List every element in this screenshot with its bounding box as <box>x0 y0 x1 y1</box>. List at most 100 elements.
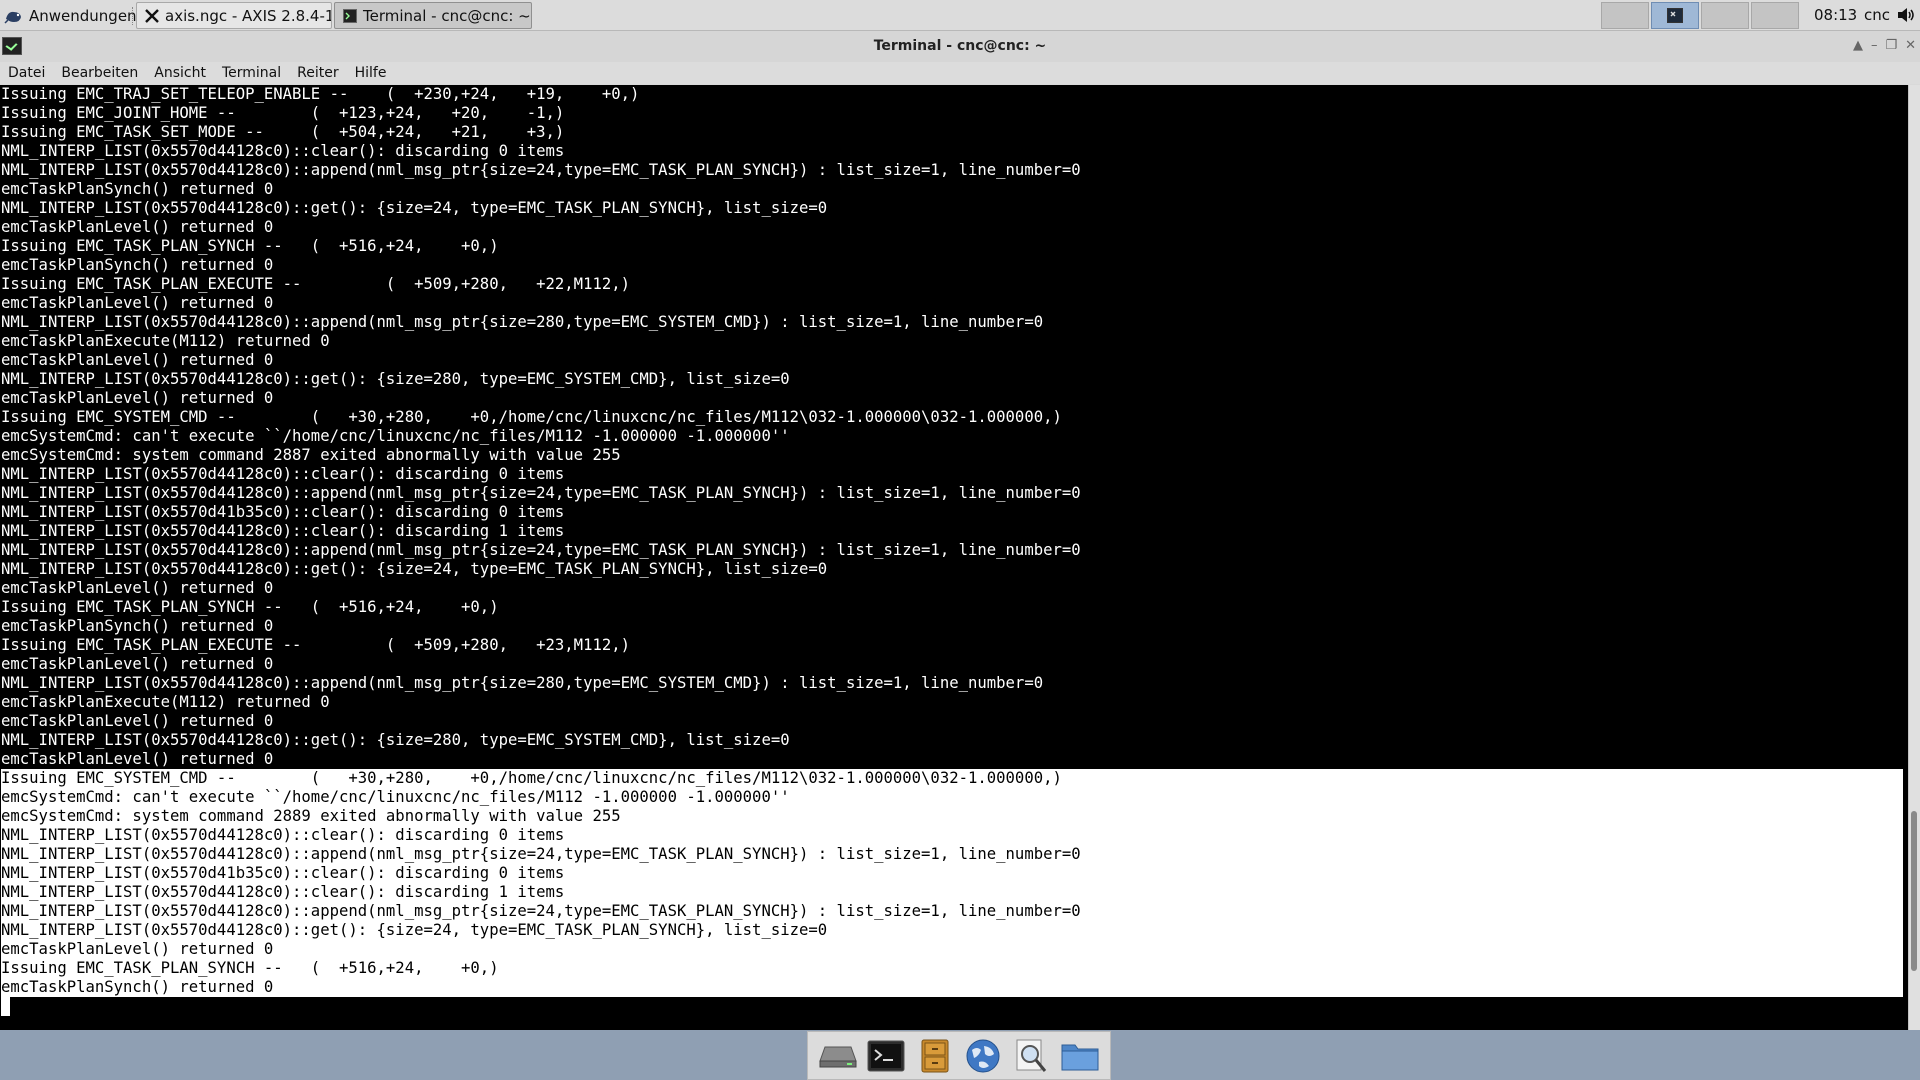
terminal-line: NML_INTERP_LIST(0x5570d44128c0)::append(… <box>1 845 1903 864</box>
terminal-line: emcTaskPlanLevel() returned 0 <box>1 712 274 730</box>
terminal-line: emcTaskPlanLevel() returned 0 <box>1 940 1903 959</box>
terminal-line: emcTaskPlanExecute(M112) returned 0 <box>1 332 330 350</box>
window-title: Terminal - cnc@cnc: ~ <box>873 38 1047 54</box>
close-button[interactable]: ✕ <box>1905 38 1916 53</box>
terminal-line: Issuing EMC_TASK_PLAN_SYNCH -- ( +516,+2… <box>1 598 499 616</box>
maximize-button[interactable]: ❐ <box>1885 38 1897 53</box>
terminal-scrollbar[interactable] <box>1908 85 1920 1030</box>
terminal-icon <box>867 1040 905 1071</box>
terminal-line: emcSystemCmd: can't execute ``/home/cnc/… <box>1 788 1903 807</box>
folder-icon <box>1061 1044 1099 1070</box>
terminal-line: emcTaskPlanLevel() returned 0 <box>1 294 274 312</box>
terminal-line: emcTaskPlanSynch() returned 0 <box>1 978 1903 997</box>
top-panel: Anwendungen axis.ngc - AXIS 2.8.4-1-... … <box>0 0 1920 31</box>
workspace-4[interactable] <box>1751 2 1799 29</box>
terminal-line: emcTaskPlanLevel() returned 0 <box>1 389 274 407</box>
applications-menu-label: Anwendungen <box>29 6 137 25</box>
terminal-line: NML_INTERP_LIST(0x5570d44128c0)::clear()… <box>1 883 1903 902</box>
terminal-line: emcTaskPlanLevel() returned 0 <box>1 351 274 369</box>
terminal-line: emcTaskPlanSynch() returned 0 <box>1 256 274 274</box>
window-thumbnail-icon <box>1667 8 1683 23</box>
terminal-line: NML_INTERP_LIST(0x5570d44128c0)::append(… <box>1 313 1044 331</box>
scrollbar-thumb[interactable] <box>1911 811 1917 971</box>
terminal-line: NML_INTERP_LIST(0x5570d44128c0)::get(): … <box>1 921 1903 940</box>
terminal-line: emcTaskPlanSynch() returned 0 <box>1 180 274 198</box>
terminal-window: Terminal - cnc@cnc: ~ ▲ – ❐ ✕ Datei Bear… <box>0 31 1920 1030</box>
shade-button[interactable]: ▲ <box>1853 38 1863 53</box>
dock-item-terminal[interactable] <box>866 1036 906 1076</box>
x-window-icon <box>145 8 159 23</box>
menu-ansicht[interactable]: Ansicht <box>146 65 214 81</box>
terminal-output[interactable]: Issuing EMC_TRAJ_SET_TELEOP_ENABLE -- ( … <box>0 85 1908 1030</box>
menu-datei[interactable]: Datei <box>0 65 53 81</box>
terminal-line: NML_INTERP_LIST(0x5570d44128c0)::clear()… <box>1 826 1903 845</box>
terminal-line: NML_INTERP_LIST(0x5570d44128c0)::append(… <box>1 484 1081 502</box>
terminal-line: emcTaskPlanLevel() returned 0 <box>1 750 274 768</box>
terminal-line: Issuing EMC_SYSTEM_CMD -- ( +30,+280, +0… <box>1 408 1062 426</box>
volume-icon[interactable] <box>1896 6 1916 24</box>
dock-item-drive[interactable] <box>818 1036 858 1076</box>
terminal-line: NML_INTERP_LIST(0x5570d44128c0)::get(): … <box>1 370 790 388</box>
taskbar-item-label: Terminal - cnc@cnc: ~ <box>363 6 531 25</box>
window-titlebar[interactable]: Terminal - cnc@cnc: ~ ▲ – ❐ ✕ <box>0 31 1920 62</box>
terminal-line: NML_INTERP_LIST(0x5570d44128c0)::append(… <box>1 541 1081 559</box>
workspace-1[interactable] <box>1601 2 1649 29</box>
web-browser-icon <box>966 1039 1000 1072</box>
terminal-line: NML_INTERP_LIST(0x5570d44128c0)::clear()… <box>1 522 565 540</box>
taskbar-item-label: axis.ngc - AXIS 2.8.4-1-... <box>165 6 331 25</box>
applications-menu[interactable]: Anwendungen <box>4 3 137 28</box>
terminal-line: Issuing EMC_SYSTEM_CMD -- ( +30,+280, +0… <box>1 769 1903 788</box>
terminal-line: NML_INTERP_LIST(0x5570d44128c0)::clear()… <box>1 465 565 483</box>
terminal-line: NML_INTERP_LIST(0x5570d44128c0)::append(… <box>1 674 1044 692</box>
menu-hilfe[interactable]: Hilfe <box>347 65 395 81</box>
terminal-line: emcTaskPlanExecute(M112) returned 0 <box>1 693 330 711</box>
terminal-line: emcSystemCmd: system command 2889 exited… <box>1 807 1903 826</box>
terminal-line: Issuing EMC_JOINT_HOME -- ( +123,+24, +2… <box>1 104 565 122</box>
terminal-line: emcTaskPlanLevel() returned 0 <box>1 579 274 597</box>
terminal-line: NML_INTERP_LIST(0x5570d44128c0)::get(): … <box>1 199 828 217</box>
terminal-line: NML_INTERP_LIST(0x5570d44128c0)::append(… <box>1 161 1081 179</box>
menu-terminal[interactable]: Terminal <box>214 65 289 81</box>
terminal-line: Issuing EMC_TRAJ_SET_TELEOP_ENABLE -- ( … <box>1 85 640 103</box>
window-controls: ▲ – ❐ ✕ <box>1853 38 1916 53</box>
terminal-line: NML_INTERP_LIST(0x5570d44128c0)::get(): … <box>1 731 790 749</box>
terminal-line: NML_INTERP_LIST(0x5570d41b35c0)::clear()… <box>1 503 565 521</box>
dock-item-folder[interactable] <box>1060 1036 1100 1076</box>
drive-icon <box>819 1046 857 1067</box>
file-cabinet-icon <box>921 1039 949 1072</box>
menu-reiter[interactable]: Reiter <box>289 65 346 81</box>
taskbar-item-terminal[interactable]: Terminal - cnc@cnc: ~ <box>334 2 532 29</box>
terminal-line: emcSystemCmd: system command 2887 exited… <box>1 446 621 464</box>
terminal-line: Issuing EMC_TASK_PLAN_SYNCH -- ( +516,+2… <box>1 237 499 255</box>
taskbar-item-axis[interactable]: axis.ngc - AXIS 2.8.4-1-... <box>136 2 332 29</box>
workspace-2[interactable] <box>1651 2 1699 29</box>
terminal-line: Issuing EMC_TASK_PLAN_SYNCH -- ( +516,+2… <box>1 959 1903 978</box>
terminal-line: Issuing EMC_TASK_PLAN_EXECUTE -- ( +509,… <box>1 275 631 293</box>
xfce-mouse-icon <box>4 11 21 24</box>
terminal-line: NML_INTERP_LIST(0x5570d41b35c0)::clear()… <box>1 864 1903 883</box>
panel-separator <box>132 7 135 25</box>
terminal-line: emcTaskPlanLevel() returned 0 <box>1 655 274 673</box>
terminal-line: emcTaskPlanSynch() returned 0 <box>1 617 274 635</box>
text-cursor <box>1 997 10 1016</box>
dock <box>807 1031 1111 1080</box>
panel-clock[interactable]: 08:13 <box>1814 6 1857 24</box>
terminal-lines: Issuing EMC_TRAJ_SET_TELEOP_ENABLE -- ( … <box>1 85 1903 1016</box>
terminal-icon <box>343 8 357 23</box>
panel-user[interactable]: cnc <box>1864 6 1890 24</box>
terminal-line: emcSystemCmd: can't execute ``/home/cnc/… <box>1 427 790 445</box>
dock-item-file-cabinet[interactable] <box>915 1036 955 1076</box>
terminal-line: emcTaskPlanLevel() returned 0 <box>1 218 274 236</box>
dock-item-web-browser[interactable] <box>963 1036 1003 1076</box>
menubar: Datei Bearbeiten Ansicht Terminal Reiter… <box>0 62 1920 84</box>
terminal-prompt-line <box>1 997 1903 1016</box>
search-app-icon <box>1016 1039 1047 1072</box>
terminal-line: NML_INTERP_LIST(0x5570d44128c0)::clear()… <box>1 142 565 160</box>
terminal-line: NML_INTERP_LIST(0x5570d44128c0)::get(): … <box>1 560 828 578</box>
minimize-button[interactable]: – <box>1871 38 1878 53</box>
menu-bearbeiten[interactable]: Bearbeiten <box>53 65 146 81</box>
terminal-line: Issuing EMC_TASK_SET_MODE -- ( +504,+24,… <box>1 123 565 141</box>
terminal-line: NML_INTERP_LIST(0x5570d44128c0)::append(… <box>1 902 1903 921</box>
workspace-3[interactable] <box>1701 2 1749 29</box>
dock-item-search[interactable] <box>1011 1036 1051 1076</box>
